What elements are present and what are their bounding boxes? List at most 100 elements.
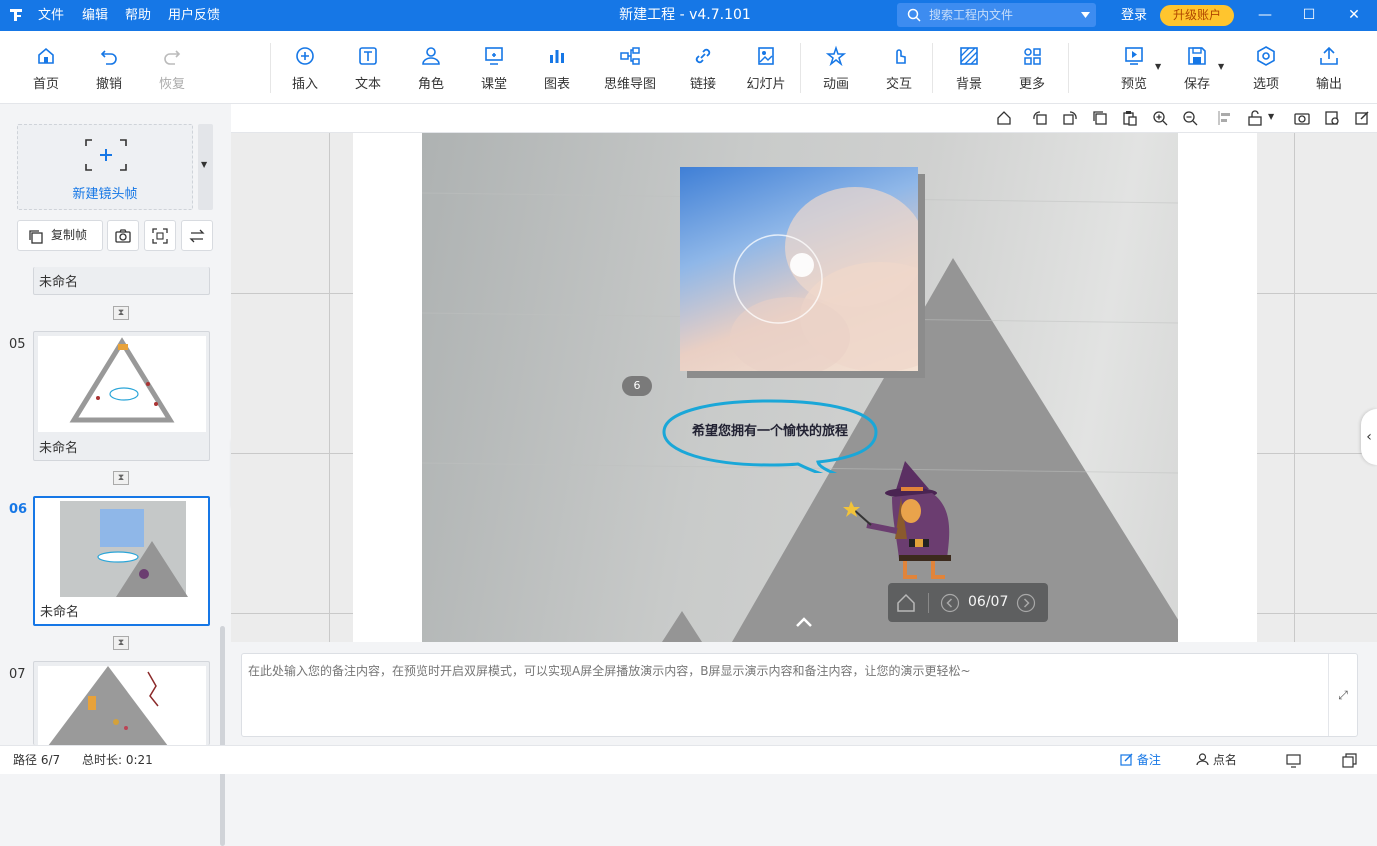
link-button[interactable]: 链接 — [673, 45, 733, 92]
redo-button[interactable]: 恢复 — [142, 45, 202, 92]
caret-down-icon: ▼ — [201, 160, 208, 169]
text-button[interactable]: 文本 — [338, 45, 398, 92]
chevron-down-icon[interactable] — [1081, 12, 1090, 18]
notes-input[interactable] — [242, 654, 1330, 736]
frame-fit-button[interactable] — [144, 220, 176, 251]
frames-panel: 新建镜头帧 ▼ 复制帧 未命名 ⧗ 05 未命名 ⧗ 06 未命名 ⧗ 07 — [0, 104, 231, 846]
align-left-icon[interactable] — [1217, 110, 1233, 126]
slides-icon — [758, 47, 774, 65]
camera-icon[interactable] — [1294, 110, 1310, 126]
classroom-button[interactable]: 课堂 — [464, 45, 524, 92]
maximize-icon[interactable]: ☐ — [1289, 0, 1329, 31]
search-icon — [907, 8, 921, 22]
more-button[interactable]: 更多 — [1002, 45, 1062, 92]
menu-file[interactable]: 文件 — [38, 0, 64, 31]
interaction-button[interactable]: 交互 — [869, 45, 929, 92]
transition-icon[interactable]: ⧗ — [113, 471, 129, 485]
path-indicator: 路径 6/7 — [13, 753, 61, 767]
undo-icon — [100, 50, 117, 65]
preview-dropdown-icon[interactable]: ▼ — [1155, 62, 1161, 71]
frame-card-active[interactable]: 未命名 — [33, 496, 210, 626]
rollcall-button[interactable]: 点名 — [1196, 746, 1237, 775]
close-icon[interactable]: ✕ — [1334, 0, 1374, 31]
login-link[interactable]: 登录 — [1121, 0, 1147, 31]
text-icon — [359, 47, 377, 65]
transition-icon[interactable]: ⧗ — [113, 306, 129, 320]
screen-icon[interactable] — [1286, 753, 1301, 768]
home-button[interactable]: 首页 — [16, 45, 76, 92]
background-icon — [960, 47, 978, 65]
status-bar: 路径 6/7 总时长: 0:21 备注 点名 — [0, 745, 1377, 774]
copy-icon[interactable] — [1092, 110, 1108, 126]
rotate-right-icon[interactable] — [1062, 110, 1078, 126]
toolbar-divider — [1068, 43, 1069, 93]
chart-button[interactable]: 图表 — [527, 45, 587, 92]
frame-thumbnail — [38, 336, 206, 432]
frame-number: 07 — [9, 667, 26, 682]
home-icon[interactable] — [896, 593, 916, 613]
witch-character[interactable] — [837, 459, 962, 585]
zoom-out-icon[interactable] — [1182, 110, 1198, 126]
touch-icon — [896, 49, 906, 64]
settings-doc-icon[interactable] — [1324, 110, 1340, 126]
previous-icon[interactable] — [940, 593, 960, 613]
export-icon — [1320, 46, 1338, 65]
toolbar-divider — [800, 43, 801, 93]
toolbar-divider — [932, 43, 933, 93]
mindmap-button[interactable]: 思维导图 — [600, 45, 660, 92]
minimize-icon[interactable]: — — [1245, 0, 1285, 31]
swap-button[interactable] — [181, 220, 213, 251]
frame-card[interactable]: 未命名 — [33, 267, 210, 295]
notes-toggle-button[interactable]: 备注 — [1120, 746, 1161, 775]
undo-button[interactable]: 撤销 — [79, 45, 139, 92]
grid-icon — [1024, 48, 1041, 65]
upgrade-button[interactable]: 升级账户 — [1160, 5, 1234, 26]
frame-card[interactable]: 未命名 — [33, 331, 210, 461]
frame-name: 未命名 — [39, 275, 79, 290]
home-icon[interactable] — [996, 110, 1012, 126]
new-frame-button[interactable]: 新建镜头帧 — [17, 124, 193, 210]
insert-button[interactable]: 插入 — [275, 45, 335, 92]
grid-line — [1294, 133, 1295, 642]
search-input[interactable]: 搜索工程内文件 — [897, 3, 1096, 27]
export-button[interactable]: 输出 — [1299, 45, 1359, 92]
play-icon — [1125, 47, 1143, 65]
edit-icon[interactable] — [1354, 110, 1370, 126]
menu-feedback[interactable]: 用户反馈 — [168, 0, 220, 31]
copy-frame-button[interactable]: 复制帧 — [17, 220, 103, 251]
slide-canvas[interactable]: 6 希望您拥有一个愉快的旅程 — [422, 133, 1178, 642]
paste-icon[interactable] — [1122, 110, 1138, 126]
zoom-in-icon[interactable] — [1152, 110, 1168, 126]
rotate-left-icon[interactable] — [1032, 110, 1048, 126]
chevron-up-icon[interactable] — [794, 615, 814, 629]
background-button[interactable]: 背景 — [939, 45, 999, 92]
frames-scrollbar[interactable] — [220, 626, 225, 846]
role-button[interactable]: 角色 — [401, 45, 461, 92]
bubble-text[interactable]: 希望您拥有一个愉快的旅程 — [660, 420, 880, 439]
frame-card[interactable] — [33, 661, 210, 745]
grid-line — [329, 133, 330, 642]
window-icon[interactable] — [1342, 753, 1357, 768]
notes-box: ⤢ — [241, 653, 1358, 737]
transition-icon[interactable]: ⧗ — [113, 636, 129, 650]
expand-notes-icon[interactable]: ⤢ — [1328, 654, 1357, 736]
snapshot-button[interactable] — [107, 220, 139, 251]
expand-right-panel-button[interactable]: ‹ — [1361, 409, 1377, 465]
next-icon[interactable] — [1016, 593, 1036, 613]
save-dropdown-icon[interactable]: ▼ — [1218, 62, 1224, 71]
slides-button[interactable]: 幻灯片 — [736, 45, 796, 92]
lock-icon[interactable] — [1247, 110, 1263, 126]
options-button[interactable]: 选项 — [1236, 45, 1296, 92]
editing-stage[interactable]: 6 希望您拥有一个愉快的旅程 06/07 — [231, 133, 1377, 642]
title-bar: 文件 编辑 帮助 用户反馈 新建工程 - v4.7.101 搜索工程内文件 登录… — [0, 0, 1377, 31]
frame-badge[interactable]: 6 — [622, 376, 652, 396]
sky-photo[interactable] — [680, 167, 960, 377]
menu-edit[interactable]: 编辑 — [82, 0, 108, 31]
lock-dropdown-icon[interactable]: ▼ — [1268, 112, 1274, 121]
canvas-toolstrip: ▼ — [231, 104, 1377, 133]
chart-icon — [550, 50, 564, 63]
animation-button[interactable]: 动画 — [806, 45, 866, 92]
user-icon — [1196, 753, 1209, 766]
new-frame-dropdown[interactable]: ▼ — [198, 124, 213, 210]
menu-help[interactable]: 帮助 — [125, 0, 151, 31]
